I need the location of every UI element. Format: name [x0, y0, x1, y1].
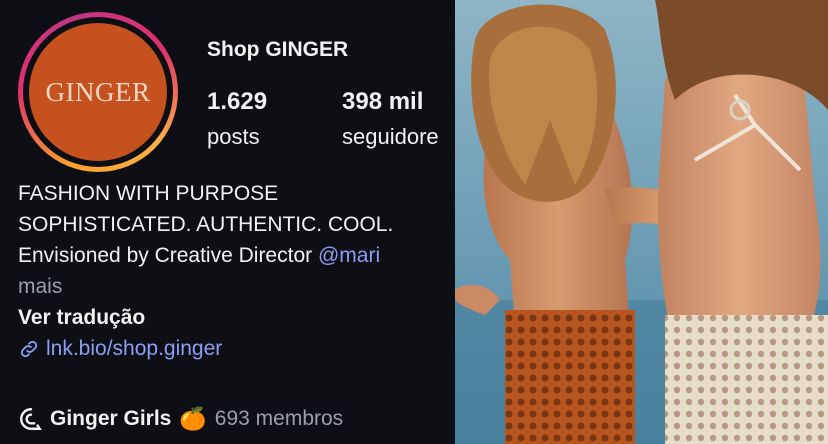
bio-link[interactable]: lnk.bio/shop.ginger [18, 333, 455, 364]
avatar-logo-text: GINGER [45, 76, 151, 107]
translate-button[interactable]: Ver tradução [18, 302, 455, 333]
followers-label: seguidore [342, 124, 439, 149]
channel-members: 693 membros [214, 407, 344, 430]
profile-name: Shop GINGER [207, 38, 349, 61]
avatar[interactable]: GINGER [29, 23, 167, 161]
posts-stat[interactable]: 1.629 posts [207, 88, 267, 150]
mention-link[interactable]: @mari [318, 244, 380, 267]
orange-emoji-icon: 🍊 [179, 406, 207, 431]
broadcast-channel-icon [20, 408, 42, 430]
bio-line-3: Envisioned by Creative Director @mari [18, 240, 455, 271]
post-photo[interactable] [455, 0, 828, 444]
bio-link-text: lnk.bio/shop.ginger [46, 337, 223, 360]
bio-text: Envisioned by Creative Director [18, 244, 318, 267]
broadcast-channel[interactable]: Ginger Girls 🍊 693 membros [18, 406, 343, 432]
followers-stat[interactable]: 398 mil seguidore [342, 88, 439, 150]
posts-label: posts [207, 124, 260, 149]
beach-photo [455, 0, 828, 444]
story-ring[interactable]: GINGER [18, 12, 178, 172]
channel-name: Ginger Girls [50, 407, 172, 430]
posts-count: 1.629 [207, 88, 268, 115]
profile-panel: GINGER Shop GINGER 1.629 posts 398 mil s… [0, 0, 455, 444]
bio-line-1: FASHION WITH PURPOSE [18, 182, 279, 205]
link-icon [20, 340, 38, 357]
more-button[interactable]: mais [18, 271, 455, 302]
bio: FASHION WITH PURPOSE SOPHISTICATED. AUTH… [18, 178, 455, 364]
followers-count: 398 mil [342, 88, 424, 115]
bio-line-2: SOPHISTICATED. AUTHENTIC. COOL. [18, 213, 394, 236]
